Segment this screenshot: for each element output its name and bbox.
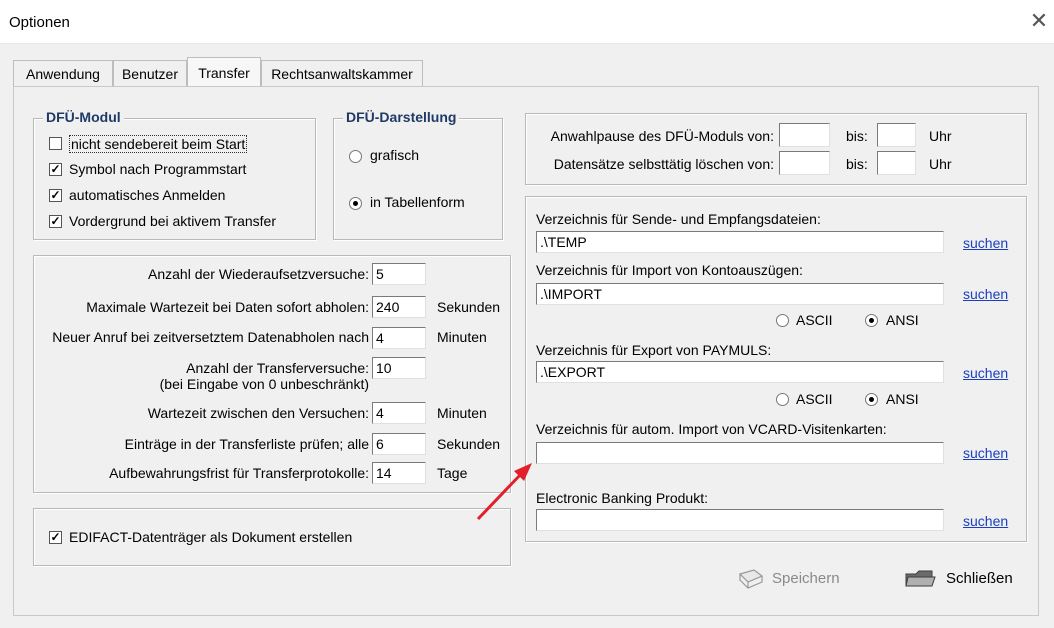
checkbox-label-edifact: EDIFACT-Datenträger als Dokument erstell…: [69, 529, 353, 545]
input-wiederaufsetzversuche[interactable]: 5: [372, 263, 426, 285]
input-import-dir[interactable]: .\IMPORT: [536, 283, 944, 305]
label-datensaetze-loeschen: Datensätze selbsttätig löschen von:: [553, 156, 774, 172]
anwahlpause-group: [525, 113, 1027, 185]
save-disk-icon: [738, 569, 764, 589]
annotation-arrow-icon: [476, 463, 532, 521]
close-icon[interactable]: ✕: [1026, 8, 1052, 34]
suchen-link-import[interactable]: suchen: [963, 286, 1008, 302]
tab-rechtsanwaltskammer[interactable]: Rechtsanwaltskammer: [261, 60, 423, 87]
label-wartezeit-versuche: Wartezeit zwischen den Versuchen:: [147, 405, 369, 421]
note-unbeschraenkt: (bei Eingabe von 0 unbeschränkt): [159, 376, 369, 392]
window-title: Optionen: [9, 14, 70, 31]
unit-neuer-anruf: Minuten: [437, 329, 487, 345]
input-neuer-anruf[interactable]: 4: [372, 327, 426, 349]
tab-transfer[interactable]: Transfer: [187, 57, 261, 87]
input-max-wartezeit[interactable]: 240: [372, 296, 426, 318]
folder-close-icon: [905, 570, 936, 587]
label-aufbewahrungsfrist: Aufbewahrungsfrist für Transferprotokoll…: [109, 465, 369, 481]
radio-label-import-ansi: ANSI: [886, 312, 919, 328]
dfu-modul-legend: DFÜ-Modul: [43, 109, 124, 125]
input-loeschen-bis[interactable]: [877, 151, 916, 175]
radio-tabellenform[interactable]: [349, 197, 362, 210]
save-button[interactable]: Speichern: [736, 564, 846, 592]
label-transferversuche: Anzahl der Transferversuche:: [186, 360, 369, 376]
label-import-dir: Verzeichnis für Import von Kontoauszügen…: [536, 262, 803, 278]
label-bis-2: bis:: [846, 156, 868, 172]
radio-label-export-ascii: ASCII: [796, 391, 833, 407]
label-uhr-1: Uhr: [929, 128, 952, 144]
radio-export-ansi[interactable]: [865, 393, 878, 406]
radio-import-ansi[interactable]: [865, 314, 878, 327]
radio-export-ascii[interactable]: [776, 393, 789, 406]
input-loeschen-von[interactable]: [779, 151, 830, 175]
suchen-link-vcard[interactable]: suchen: [963, 445, 1008, 461]
checkbox-label-vordergrund: Vordergrund bei aktivem Transfer: [69, 213, 276, 229]
close-button-label: Schließen: [946, 570, 1013, 587]
dfu-darstellung-group: DFÜ-Darstellung: [333, 109, 503, 240]
dfu-darstellung-legend: DFÜ-Darstellung: [343, 109, 460, 125]
radio-import-ascii[interactable]: [776, 314, 789, 327]
radio-grafisch[interactable]: [349, 150, 362, 163]
radio-label-export-ansi: ANSI: [886, 391, 919, 407]
input-ebank-produkt[interactable]: [536, 509, 944, 531]
radio-label-tabellenform: in Tabellenform: [370, 194, 465, 210]
radio-label-grafisch: grafisch: [370, 147, 420, 163]
checkbox-symbol-programmstart[interactable]: ✓: [49, 163, 62, 176]
label-export-dir: Verzeichnis für Export von PAYMULS:: [536, 342, 772, 358]
label-max-wartezeit: Maximale Wartezeit bei Daten sofort abho…: [86, 299, 369, 315]
unit-aufbewahrungsfrist: Tage: [437, 465, 468, 481]
save-button-label: Speichern: [772, 570, 840, 587]
input-transferliste[interactable]: 6: [372, 433, 426, 455]
tab-benutzer[interactable]: Benutzer: [113, 60, 187, 87]
checkbox-edifact[interactable]: ✓: [49, 531, 62, 544]
checkbox-label-nicht-sendebereit: nicht sendebereit beim Start: [69, 135, 248, 153]
unit-wartezeit-versuche: Minuten: [437, 405, 487, 421]
checkbox-automatisches-anmelden[interactable]: ✓: [49, 189, 62, 202]
unit-transferliste: Sekunden: [437, 436, 501, 452]
radio-label-import-ascii: ASCII: [796, 312, 833, 328]
unit-max-wartezeit: Sekunden: [437, 299, 501, 315]
suchen-link-ebank[interactable]: suchen: [963, 513, 1008, 529]
input-sende-dir[interactable]: .\TEMP: [536, 231, 944, 253]
tab-anwendung[interactable]: Anwendung: [13, 60, 113, 87]
checkbox-nicht-sendebereit[interactable]: [49, 137, 62, 150]
checkbox-vordergrund[interactable]: ✓: [49, 215, 62, 228]
suchen-link-export[interactable]: suchen: [963, 365, 1008, 381]
label-ebank-produkt: Electronic Banking Produkt:: [536, 490, 708, 506]
label-anwahlpause: Anwahlpause des DFÜ-Moduls von:: [550, 128, 774, 144]
label-vcard-dir: Verzeichnis für autom. Import von VCARD-…: [536, 421, 887, 437]
label-bis-1: bis:: [846, 128, 868, 144]
label-neuer-anruf: Neuer Anruf bei zeitversetztem Datenabho…: [52, 329, 369, 345]
input-export-dir[interactable]: .\EXPORT: [536, 361, 944, 383]
close-button[interactable]: Schließen: [904, 564, 1014, 592]
checkbox-label-symbol-programmstart: Symbol nach Programmstart: [69, 161, 247, 177]
input-vcard-dir[interactable]: [536, 442, 944, 464]
input-anwahlpause-bis[interactable]: [877, 123, 916, 147]
label-sende-dir: Verzeichnis für Sende- und Empfangsdatei…: [536, 211, 821, 227]
input-anwahlpause-von[interactable]: [779, 123, 830, 147]
suchen-link-sende[interactable]: suchen: [963, 235, 1008, 251]
label-transferliste: Einträge in der Transferliste prüfen; al…: [124, 436, 369, 452]
title-bar: Optionen ✕: [0, 0, 1054, 44]
input-aufbewahrungsfrist[interactable]: 14: [372, 462, 426, 484]
label-uhr-2: Uhr: [929, 156, 952, 172]
input-wartezeit-versuche[interactable]: 4: [372, 402, 426, 424]
label-wiederaufsetzversuche: Anzahl der Wiederaufsetzversuche:: [148, 266, 369, 282]
input-transferversuche[interactable]: 10: [372, 357, 426, 379]
checkbox-label-automatisches-anmelden: automatisches Anmelden: [69, 187, 226, 203]
